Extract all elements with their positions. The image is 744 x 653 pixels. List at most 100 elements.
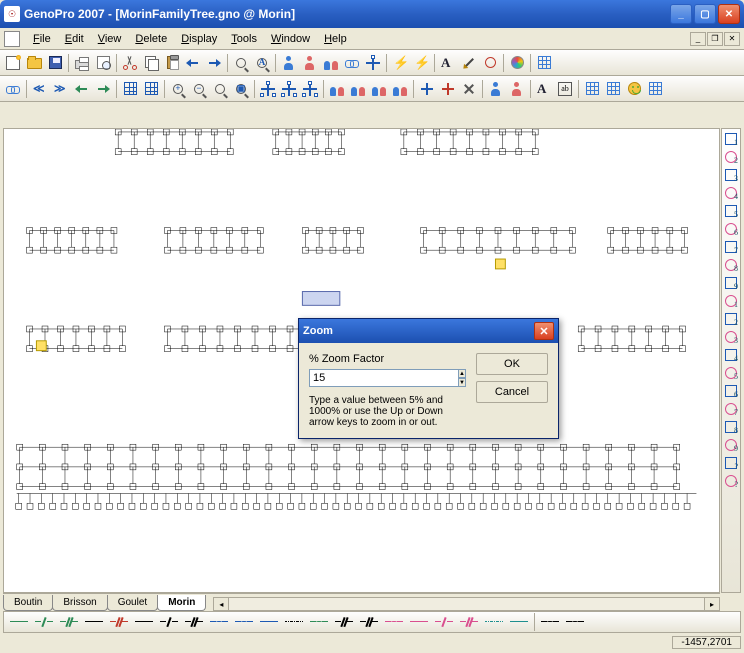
rtb-12[interactable]: 4: [722, 346, 740, 364]
rtb-14[interactable]: 6: [722, 382, 740, 400]
rtb-5[interactable]: 6: [722, 220, 740, 238]
btb-pink-slash[interactable]: [432, 612, 456, 632]
tb-grid[interactable]: [534, 53, 554, 73]
tab-brisson[interactable]: Brisson: [52, 595, 107, 611]
menu-view[interactable]: View: [91, 31, 129, 47]
rtb-4[interactable]: 5: [722, 202, 740, 220]
btb-red-dslash[interactable]: [107, 612, 131, 632]
menu-help[interactable]: Help: [317, 31, 354, 47]
tb-grid-small[interactable]: [603, 79, 623, 99]
tb-ring[interactable]: [480, 53, 500, 73]
btb-zig[interactable]: [563, 612, 587, 632]
btb-pink-wave[interactable]: [382, 612, 406, 632]
tb-replace[interactable]: A: [252, 53, 272, 73]
tb-link-persons[interactable]: [342, 53, 362, 73]
mdi-close[interactable]: ✕: [724, 32, 740, 46]
tb-people[interactable]: [327, 79, 347, 99]
btb-x-line[interactable]: [357, 612, 381, 632]
tb-text[interactable]: A: [438, 53, 458, 73]
hscroll-track[interactable]: [229, 597, 704, 611]
rtb-7[interactable]: 8: [722, 256, 740, 274]
btb-green-slash[interactable]: [32, 612, 56, 632]
menu-tools[interactable]: Tools: [224, 31, 264, 47]
dialog-titlebar[interactable]: Zoom ✕: [299, 319, 558, 343]
menu-edit[interactable]: Edit: [58, 31, 91, 47]
tb-cross-red[interactable]: [438, 79, 458, 99]
tb-color[interactable]: [507, 53, 527, 73]
rtb-13[interactable]: 5: [722, 364, 740, 382]
tb-pen[interactable]: [459, 53, 479, 73]
minimize-button[interactable]: _: [670, 4, 692, 24]
btb-dslash-tall[interactable]: [332, 612, 356, 632]
rtb-17[interactable]: 9: [722, 436, 740, 454]
rtb-2[interactable]: 3: [722, 166, 740, 184]
rtb-6[interactable]: 7: [722, 238, 740, 256]
rtb-16[interactable]: 8: [722, 418, 740, 436]
btb-pink-dash[interactable]: [407, 612, 431, 632]
tb-hyperlink[interactable]: [3, 79, 23, 99]
rtb-10[interactable]: 2: [722, 310, 740, 328]
spin-up[interactable]: ▲: [459, 369, 466, 378]
rtb-0[interactable]: 1: [722, 130, 740, 148]
tb-zoom[interactable]: [210, 79, 230, 99]
tab-boutin[interactable]: Boutin: [3, 595, 53, 611]
close-button[interactable]: ✕: [718, 4, 740, 24]
hscroll-right[interactable]: ▸: [704, 597, 720, 611]
tb-link-parents[interactable]: [363, 53, 383, 73]
tb-new[interactable]: [3, 53, 23, 73]
tb-people4[interactable]: [390, 79, 410, 99]
rtb-3[interactable]: 4: [722, 184, 740, 202]
tb-cut[interactable]: [120, 53, 140, 73]
spin-down[interactable]: ▼: [459, 378, 466, 387]
tb-copy[interactable]: [141, 53, 161, 73]
rtb-9[interactable]: 1: [722, 292, 740, 310]
tb-grid-dots[interactable]: [645, 79, 665, 99]
tb-text-box[interactable]: ab: [555, 79, 575, 99]
rtb-11[interactable]: 3: [722, 328, 740, 346]
tb-undo[interactable]: [183, 53, 203, 73]
rtb-18[interactable]: ?: [722, 454, 740, 472]
tb-paste[interactable]: [162, 53, 182, 73]
tb-find[interactable]: [231, 53, 251, 73]
btb-green-dslash[interactable]: [57, 612, 81, 632]
tb-grid-large[interactable]: [582, 79, 602, 99]
tb-open[interactable]: [24, 53, 44, 73]
btb-blue-wave[interactable]: [232, 612, 256, 632]
tb-arrow-right[interactable]: [93, 79, 113, 99]
tb-print[interactable]: [72, 53, 92, 73]
btb-pink-dslash[interactable]: [457, 612, 481, 632]
menu-window[interactable]: Window: [264, 31, 317, 47]
tb-bolt2[interactable]: ⚡: [411, 53, 431, 73]
btb-wave-red[interactable]: [538, 612, 562, 632]
btb-dot[interactable]: [282, 612, 306, 632]
zoom-input[interactable]: [309, 369, 459, 387]
tb-person-blue[interactable]: [486, 79, 506, 99]
rtb-1[interactable]: 2: [722, 148, 740, 166]
tb-zoom-in[interactable]: +: [168, 79, 188, 99]
tb-table-cols[interactable]: [141, 79, 161, 99]
tb-people3[interactable]: [369, 79, 389, 99]
tb-save[interactable]: [45, 53, 65, 73]
hscroll-left[interactable]: ◂: [213, 597, 229, 611]
btb-dash[interactable]: [132, 612, 156, 632]
tab-goulet[interactable]: Goulet: [107, 595, 158, 611]
tb-chev-right[interactable]: ≫: [51, 79, 71, 99]
tb-smile[interactable]: [624, 79, 644, 99]
menu-display[interactable]: Display: [174, 31, 224, 47]
tb-cross-x[interactable]: [459, 79, 479, 99]
btb-dash-slash[interactable]: [157, 612, 181, 632]
tb-new-family[interactable]: [321, 53, 341, 73]
tb-tree-up[interactable]: [258, 79, 278, 99]
rtb-19[interactable]: ?: [722, 472, 740, 490]
btb-blue-wave[interactable]: [207, 612, 231, 632]
tb-new-person2[interactable]: [300, 53, 320, 73]
btb-teal-dot[interactable]: [482, 612, 506, 632]
dialog-close-button[interactable]: ✕: [534, 322, 554, 340]
maximize-button[interactable]: ▢: [694, 4, 716, 24]
tb-redo[interactable]: [204, 53, 224, 73]
btb-teal-dash[interactable]: [507, 612, 531, 632]
mdi-minimize[interactable]: _: [690, 32, 706, 46]
menu-delete[interactable]: Delete: [128, 31, 174, 47]
tb-new-person[interactable]: [279, 53, 299, 73]
tb-person-pink[interactable]: [507, 79, 527, 99]
